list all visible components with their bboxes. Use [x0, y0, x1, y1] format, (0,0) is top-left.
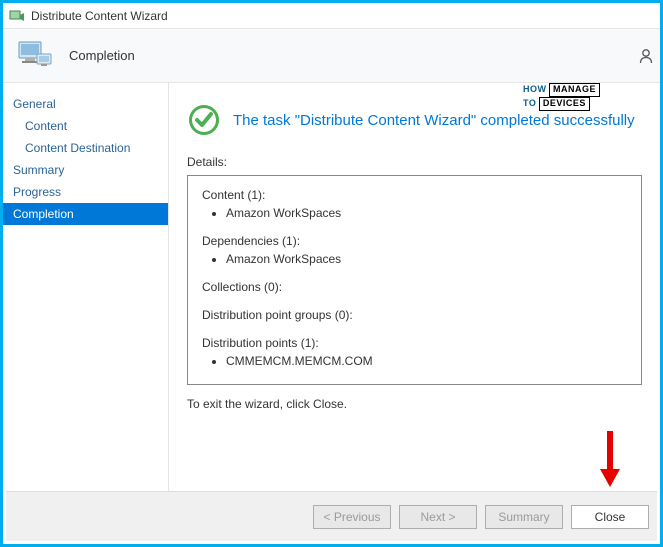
close-button[interactable]: Close [571, 505, 649, 529]
exit-hint: To exit the wizard, click Close. [187, 397, 642, 411]
wizard-body: General Content Content Destination Summ… [3, 83, 660, 494]
details-content-item: Amazon WorkSpaces [226, 204, 627, 222]
status-message: The task "Distribute Content Wizard" com… [233, 112, 635, 129]
details-collections-header: Collections (0): [202, 278, 627, 296]
sidebar-item-progress[interactable]: Progress [3, 181, 168, 203]
computer-distribute-icon [15, 36, 55, 76]
window-title: Distribute Content Wizard [31, 9, 168, 23]
user-icon [638, 47, 656, 68]
summary-button: Summary [485, 505, 563, 529]
sidebar-item-summary[interactable]: Summary [3, 159, 168, 181]
sidebar-item-content[interactable]: Content [3, 115, 168, 137]
details-label: Details: [187, 155, 642, 169]
watermark: HOW MANAGE TO DEVICES [523, 83, 600, 111]
titlebar: Distribute Content Wizard [3, 3, 660, 29]
sidebar: General Content Content Destination Summ… [3, 83, 169, 494]
next-button: Next > [399, 505, 477, 529]
previous-button: < Previous [313, 505, 391, 529]
app-icon [9, 8, 25, 24]
details-dp-item: CMMEMCM.MEMCM.COM [226, 352, 627, 370]
sidebar-item-completion[interactable]: Completion [3, 203, 168, 225]
details-dp-header: Distribution points (1): [202, 334, 627, 352]
sidebar-item-general[interactable]: General [3, 93, 168, 115]
success-check-icon [187, 103, 221, 137]
details-dependencies-item: Amazon WorkSpaces [226, 250, 627, 268]
page-title: Completion [69, 48, 135, 63]
details-box[interactable]: Content (1): Amazon WorkSpaces Dependenc… [187, 175, 642, 385]
wizard-header: Completion [3, 29, 660, 83]
sidebar-item-content-destination[interactable]: Content Destination [3, 137, 168, 159]
details-dpg-header: Distribution point groups (0): [202, 306, 627, 324]
details-dependencies-header: Dependencies (1): [202, 232, 627, 250]
content-area: HOW MANAGE TO DEVICES The task "Distribu… [169, 83, 660, 494]
details-content-header: Content (1): [202, 186, 627, 204]
wizard-footer: < Previous Next > Summary Close [6, 491, 657, 541]
